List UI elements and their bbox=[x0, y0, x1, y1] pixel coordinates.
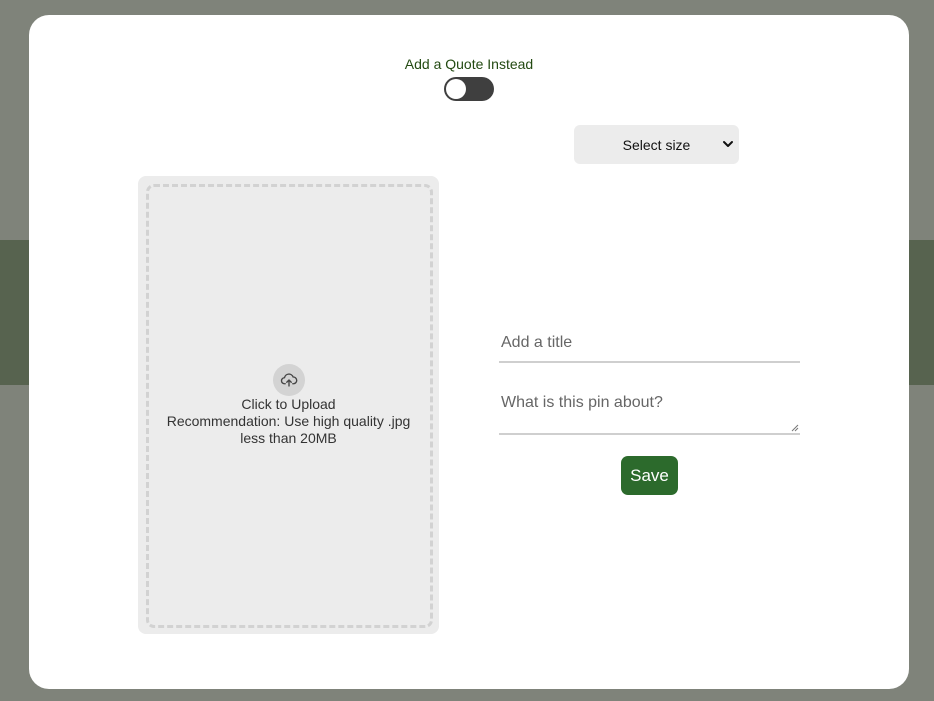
upload-size-limit: less than 20MB bbox=[240, 430, 337, 446]
upload-cta: Click to Upload bbox=[241, 396, 336, 412]
create-pin-modal: Add a Quote Instead Select size Click to… bbox=[29, 15, 909, 689]
quote-toggle[interactable] bbox=[444, 77, 494, 101]
cloud-upload-icon bbox=[280, 373, 298, 387]
upload-instructions: Click to Upload Recommendation: Use high… bbox=[138, 396, 439, 447]
upload-recommendation: Recommendation: Use high quality .jpg bbox=[166, 413, 411, 429]
upload-icon-circle bbox=[273, 364, 305, 396]
size-select-value: Select size bbox=[622, 136, 691, 153]
quote-toggle-label: Add a Quote Instead bbox=[404, 56, 534, 72]
toggle-knob bbox=[446, 79, 466, 99]
description-placeholder: What is this pin about? bbox=[501, 394, 663, 411]
title-input[interactable]: Add a title bbox=[499, 325, 800, 363]
chevron-down-icon bbox=[723, 141, 733, 147]
description-textarea[interactable]: What is this pin about? bbox=[499, 383, 800, 435]
title-placeholder: Add a title bbox=[501, 334, 573, 351]
image-upload-area[interactable]: Click to Upload Recommendation: Use high… bbox=[138, 176, 439, 634]
resize-grip-icon[interactable] bbox=[791, 424, 799, 432]
size-select[interactable]: Select size bbox=[574, 125, 739, 164]
save-button[interactable]: Save bbox=[621, 456, 678, 495]
